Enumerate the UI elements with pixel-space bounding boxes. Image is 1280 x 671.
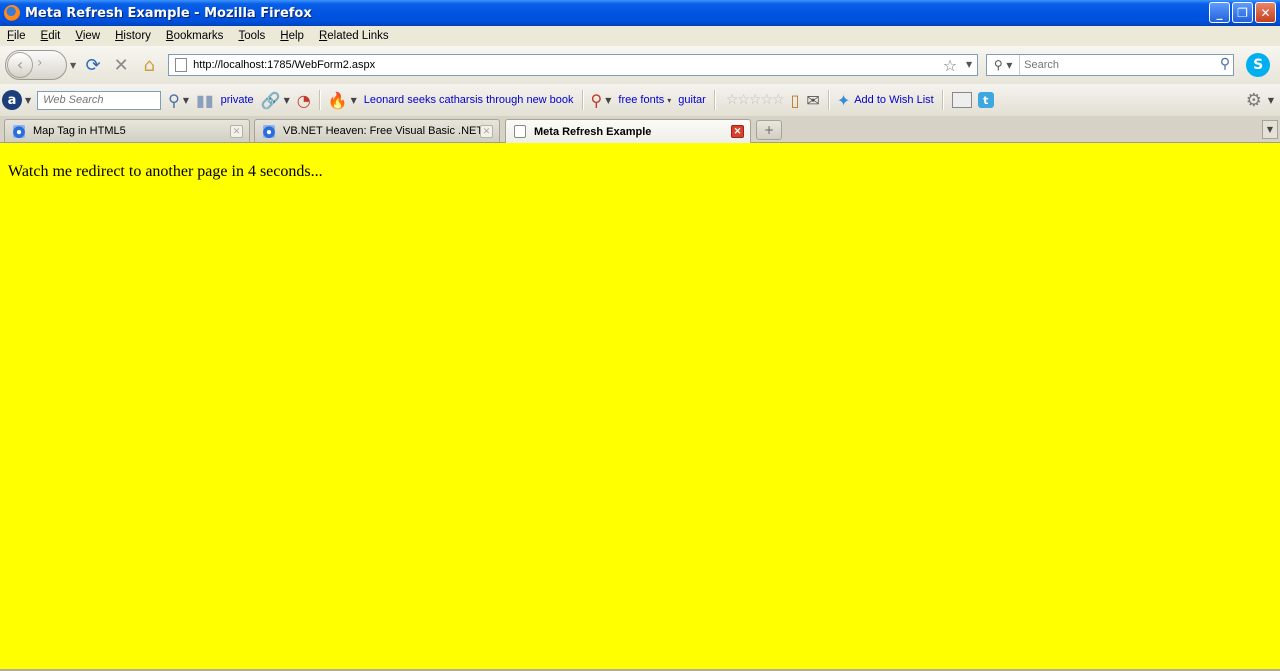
add-to-wish-list-link[interactable]: Add to Wish List bbox=[854, 94, 933, 106]
lens-dropdown-icon[interactable]: ▼ bbox=[605, 96, 611, 105]
guitar-link[interactable]: guitar bbox=[678, 94, 706, 106]
gear-icon[interactable]: ⚙ bbox=[1246, 90, 1262, 111]
stop-icon[interactable]: ✕ bbox=[110, 54, 132, 76]
reload-icon[interactable]: ⟳ bbox=[82, 54, 104, 76]
free-fonts-link[interactable]: free fonts bbox=[618, 94, 664, 106]
tab-label: Map Tag in HTML5 bbox=[33, 125, 126, 137]
separator bbox=[827, 90, 830, 110]
separator bbox=[713, 90, 716, 110]
ie-page-icon bbox=[263, 124, 275, 138]
magnifier-dropdown-icon[interactable]: ▼ bbox=[183, 96, 189, 105]
headline-link[interactable]: Leonard seeks catharsis through new book bbox=[364, 94, 574, 106]
menu-tools[interactable]: Tools bbox=[231, 30, 273, 42]
close-tab-icon[interactable]: ✕ bbox=[480, 124, 493, 138]
fire-dropdown-icon[interactable]: ▼ bbox=[351, 96, 357, 105]
lens-icon[interactable]: ⚲ bbox=[591, 91, 603, 110]
link-dropdown-icon[interactable]: ▼ bbox=[284, 96, 290, 105]
menu-related-links[interactable]: Related Links bbox=[312, 30, 397, 42]
close-tab-icon[interactable]: ✕ bbox=[731, 125, 744, 138]
tab-map-tag[interactable]: Map Tag in HTML5 ✕ bbox=[4, 119, 250, 142]
title-bar: Meta Refresh Example - Mozilla Firefox _… bbox=[0, 0, 1280, 26]
page-content: Watch me redirect to another page in 4 s… bbox=[0, 143, 1280, 669]
search-go-icon[interactable]: ⚲ bbox=[1220, 56, 1230, 72]
link-icon[interactable]: 🔗 bbox=[261, 91, 281, 110]
clock-icon[interactable]: ◔ bbox=[297, 91, 311, 110]
free-fonts-dropdown-icon[interactable]: ▾ bbox=[667, 96, 671, 105]
restore-button[interactable]: ❐ bbox=[1232, 2, 1253, 23]
search-input[interactable] bbox=[1020, 58, 1217, 72]
menu-view[interactable]: View bbox=[68, 30, 108, 42]
forward-button[interactable]: › bbox=[37, 55, 43, 71]
web-search-input[interactable] bbox=[37, 90, 162, 110]
back-forward-group: ‹ › bbox=[5, 50, 67, 80]
gear-dropdown-icon[interactable]: ▼ bbox=[1268, 96, 1274, 105]
mail-icon[interactable]: ✉ bbox=[806, 91, 819, 110]
menu-history[interactable]: History bbox=[108, 30, 159, 42]
menu-bookmarks[interactable]: Bookmarks bbox=[159, 30, 232, 42]
contact-card-icon[interactable] bbox=[951, 92, 972, 108]
twitter-icon[interactable]: t bbox=[977, 92, 994, 108]
document-icon bbox=[514, 125, 526, 138]
redirect-message: Watch me redirect to another page in 4 s… bbox=[8, 163, 323, 180]
tab-strip: Map Tag in HTML5 ✕ VB.NET Heaven: Free V… bbox=[0, 116, 1280, 143]
close-tab-icon[interactable]: ✕ bbox=[230, 124, 243, 138]
menu-help[interactable]: Help bbox=[273, 30, 312, 42]
url-dropdown-icon[interactable]: ▼ bbox=[966, 60, 972, 69]
tab-meta-refresh[interactable]: Meta Refresh Example ✕ bbox=[505, 119, 751, 143]
magnifier-icon[interactable]: ⚲ bbox=[168, 91, 180, 110]
tab-vbnet-heaven[interactable]: VB.NET Heaven: Free Visual Basic .NET...… bbox=[254, 119, 500, 142]
menu-bar: File Edit View History Bookmarks Tools H… bbox=[0, 26, 1280, 46]
url-input[interactable] bbox=[193, 59, 924, 71]
home-icon[interactable]: ⌂ bbox=[138, 54, 160, 76]
rating-stars-icon[interactable]: ☆☆☆☆☆ bbox=[726, 92, 785, 108]
window-title: Meta Refresh Example - Mozilla Firefox bbox=[25, 5, 312, 21]
ask-dropdown-icon[interactable]: ▼ bbox=[25, 96, 31, 105]
close-window-button[interactable]: ✕ bbox=[1255, 2, 1276, 23]
page-icon bbox=[175, 58, 188, 72]
search-bar[interactable]: ⚲ ▾ ⚲ bbox=[986, 54, 1235, 76]
history-dropdown-icon[interactable]: ▼ bbox=[70, 61, 76, 70]
notebook-icon[interactable]: ▯ bbox=[791, 91, 800, 110]
list-all-tabs-button[interactable]: ▼ bbox=[1262, 120, 1278, 139]
fire-icon[interactable]: 🔥 bbox=[328, 91, 348, 110]
stats-icon[interactable]: ▮▮ bbox=[196, 91, 214, 110]
separator bbox=[941, 90, 944, 110]
window-controls: _ ❐ ✕ bbox=[1209, 2, 1276, 23]
firefox-icon bbox=[4, 5, 20, 21]
wishlist-icon[interactable]: ✦ bbox=[837, 91, 850, 110]
address-bar[interactable]: ☆ ▼ bbox=[168, 54, 979, 76]
menu-file[interactable]: File bbox=[0, 30, 34, 42]
navigation-toolbar: ‹ › ▼ ⟳ ✕ ⌂ ☆ ▼ ⚲ ▾ ⚲ S bbox=[0, 46, 1280, 84]
menu-edit[interactable]: Edit bbox=[34, 30, 69, 42]
ie-page-icon bbox=[13, 124, 25, 138]
new-tab-button[interactable]: + bbox=[756, 120, 782, 140]
separator bbox=[581, 90, 584, 110]
separator bbox=[318, 90, 321, 110]
back-button[interactable]: ‹ bbox=[7, 52, 33, 78]
minimize-button[interactable]: _ bbox=[1209, 2, 1230, 23]
bookmark-star-icon[interactable]: ☆ bbox=[943, 56, 957, 75]
ask-logo-icon[interactable]: a bbox=[2, 90, 22, 110]
tab-label: Meta Refresh Example bbox=[534, 125, 652, 138]
search-engine-icon[interactable]: ⚲ ▾ bbox=[987, 55, 1021, 75]
addon-toolbar: a ▼ ⚲ ▼ ▮▮ private 🔗 ▼ ◔ 🔥 ▼ Leonard see… bbox=[0, 84, 1280, 116]
private-link[interactable]: private bbox=[221, 94, 254, 106]
tab-label: VB.NET Heaven: Free Visual Basic .NET... bbox=[283, 125, 480, 137]
skype-icon[interactable]: S bbox=[1246, 53, 1271, 77]
